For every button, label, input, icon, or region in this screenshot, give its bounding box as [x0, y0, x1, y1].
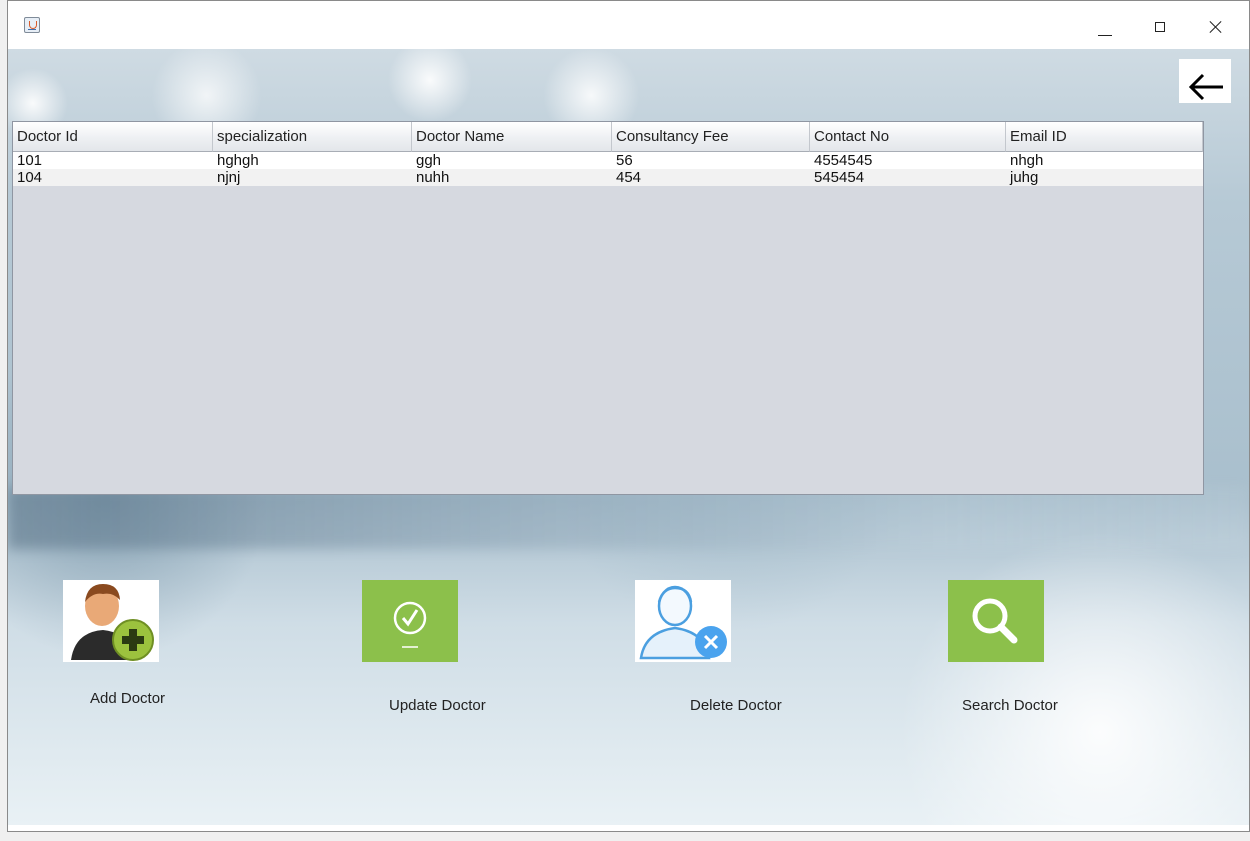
search-icon [948, 580, 1044, 662]
table-cell[interactable]: 545454 [810, 169, 1006, 186]
add-doctor-label[interactable]: Add Doctor [90, 690, 165, 707]
table-row[interactable]: 104 njnj nuhh 454 545454 juhg [13, 169, 1203, 186]
checkmark-icon [362, 580, 458, 662]
column-header[interactable]: Consultancy Fee [612, 122, 810, 152]
table-body: 101 hghgh ggh 56 4554545 nhgh 104 njnj n… [13, 152, 1203, 186]
table-cell[interactable]: 4554545 [810, 152, 1006, 169]
minimize-icon[interactable] [1085, 9, 1125, 45]
table-cell[interactable]: njnj [213, 169, 412, 186]
close-icon[interactable] [1196, 9, 1236, 45]
search-doctor-button[interactable] [948, 580, 1044, 662]
title-bar [8, 1, 1249, 49]
app-window: Doctor Id specialization Doctor Name Con… [7, 0, 1250, 832]
table-header: Doctor Id specialization Doctor Name Con… [13, 122, 1203, 152]
add-doctor-button[interactable] [63, 580, 159, 662]
column-header[interactable]: Doctor Id [13, 122, 213, 152]
table-cell[interactable]: 56 [612, 152, 810, 169]
table-cell[interactable]: 101 [13, 152, 213, 169]
java-app-icon[interactable] [24, 17, 40, 33]
table-cell[interactable]: 454 [612, 169, 810, 186]
table-cell[interactable]: hghgh [213, 152, 412, 169]
table-cell[interactable]: ggh [412, 152, 612, 169]
arrow-left-icon [1188, 73, 1223, 101]
table-cell[interactable]: juhg [1006, 169, 1203, 186]
update-doctor-label[interactable]: Update Doctor [389, 697, 486, 714]
table-row[interactable]: 101 hghgh ggh 56 4554545 nhgh [13, 152, 1203, 169]
background-decoration [8, 487, 1249, 549]
column-header[interactable]: Email ID [1006, 122, 1203, 152]
remove-user-icon [635, 580, 731, 662]
table-cell[interactable]: nuhh [412, 169, 612, 186]
delete-doctor-button[interactable] [635, 580, 731, 662]
update-doctor-button[interactable] [362, 580, 458, 662]
column-header[interactable]: Contact No [810, 122, 1006, 152]
main-panel: Doctor Id specialization Doctor Name Con… [8, 49, 1249, 825]
search-doctor-label[interactable]: Search Doctor [962, 697, 1058, 714]
delete-doctor-label[interactable]: Delete Doctor [690, 697, 782, 714]
column-header[interactable]: specialization [213, 122, 412, 152]
back-button[interactable] [1179, 59, 1231, 103]
table-cell[interactable]: 104 [13, 169, 213, 186]
table-cell[interactable]: nhgh [1006, 152, 1203, 169]
doctor-table[interactable]: Doctor Id specialization Doctor Name Con… [12, 121, 1204, 495]
column-header[interactable]: Doctor Name [412, 122, 612, 152]
maximize-icon[interactable] [1141, 9, 1181, 45]
add-user-icon [63, 580, 159, 662]
